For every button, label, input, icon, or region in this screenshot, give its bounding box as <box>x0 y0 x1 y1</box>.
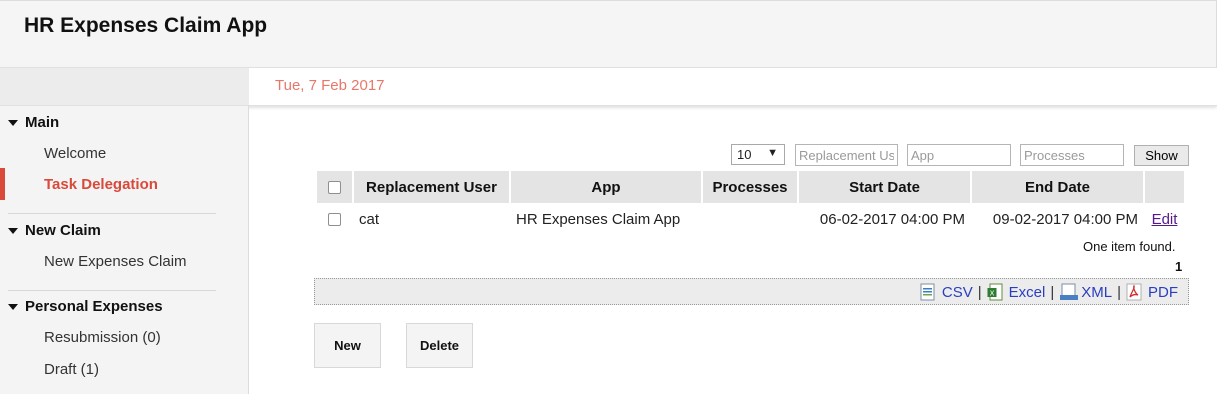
separator: | <box>1050 283 1055 301</box>
app-header: HR Expenses Claim App <box>0 0 1217 68</box>
select-all-header <box>317 171 352 203</box>
export-xml-link[interactable]: XML <box>1059 283 1112 301</box>
active-indicator <box>0 168 5 200</box>
page-size-select[interactable]: 10 ▼ <box>731 144 785 165</box>
excel-file-icon: X <box>987 283 1003 301</box>
dropdown-arrow-icon: ▼ <box>767 147 778 159</box>
date-bar-left-panel <box>0 68 249 105</box>
xml-file-icon <box>1059 283 1079 301</box>
cell-end-date: 09-02-2017 04:00 PM <box>992 210 1138 228</box>
cell-action: Edit <box>1145 203 1184 235</box>
page-size-value: 10 <box>737 147 752 162</box>
table-header-row: Replacement User App Processes Start Dat… <box>317 171 1184 203</box>
export-xml-label: XML <box>1081 283 1113 301</box>
caret-down-icon <box>8 227 18 234</box>
caret-down-icon <box>8 119 18 126</box>
sidebar-item-task-delegation[interactable]: Task Delegation <box>44 176 158 193</box>
export-csv-link[interactable]: CSV <box>920 283 973 301</box>
column-header-app[interactable]: App <box>511 171 701 203</box>
export-bar: CSV | X Excel | XML | PDF <box>314 278 1189 305</box>
column-header-processes[interactable]: Processes <box>703 171 797 203</box>
processes-filter-input[interactable] <box>1020 144 1124 166</box>
cell-processes <box>703 203 797 235</box>
sidebar-section-new-claim[interactable]: New Claim <box>8 222 101 239</box>
export-excel-link[interactable]: X Excel <box>987 283 1046 301</box>
sidebar-section-label: New Claim <box>25 222 101 239</box>
current-date: Tue, 7 Feb 2017 <box>275 77 385 94</box>
export-links: CSV | X Excel | XML | PDF <box>920 283 1178 301</box>
sidebar-divider <box>8 290 216 291</box>
sidebar-section-main[interactable]: Main <box>8 114 59 131</box>
column-header-start-date[interactable]: Start Date <box>799 171 970 203</box>
column-header-end-date[interactable]: End Date <box>972 171 1143 203</box>
row-checkbox[interactable] <box>328 213 341 227</box>
cell-start-date: 06-02-2017 04:00 PM <box>819 210 965 228</box>
delete-button[interactable]: Delete <box>406 323 473 368</box>
date-bar: Tue, 7 Feb 2017 <box>0 68 1217 106</box>
show-button[interactable]: Show <box>1134 145 1189 166</box>
select-all-checkbox[interactable] <box>328 181 341 195</box>
replacement-user-filter-input[interactable] <box>795 144 898 166</box>
export-csv-label: CSV <box>941 283 973 301</box>
sidebar-divider <box>8 213 216 214</box>
sidebar-section-label: Personal Expenses <box>25 298 163 315</box>
separator: | <box>1117 283 1121 301</box>
sidebar: Main Welcome Task Delegation New Claim N… <box>0 106 249 394</box>
delegation-table: Replacement User App Processes Start Dat… <box>315 171 1186 235</box>
edit-link[interactable]: Edit <box>1152 211 1178 228</box>
svg-text:X: X <box>989 290 994 298</box>
csv-file-icon <box>920 283 936 301</box>
app-title: HR Expenses Claim App <box>24 14 268 37</box>
new-button[interactable]: New <box>314 323 381 368</box>
cell-app: HR Expenses Claim App <box>516 210 681 228</box>
separator: | <box>977 283 982 301</box>
pdf-file-icon <box>1126 283 1142 301</box>
export-pdf-label: PDF <box>1148 283 1178 301</box>
pagination-current-page[interactable]: 1 <box>1175 259 1182 274</box>
sidebar-item-resubmission[interactable]: Resubmission (0) <box>44 329 161 346</box>
sidebar-section-label: Main <box>25 114 60 131</box>
column-header-replacement-user[interactable]: Replacement User <box>354 171 509 203</box>
sidebar-item-new-expenses-claim[interactable]: New Expenses Claim <box>44 253 187 270</box>
sidebar-item-draft[interactable]: Draft (1) <box>44 361 99 378</box>
column-header-action <box>1145 171 1184 203</box>
sidebar-section-personal-expenses[interactable]: Personal Expenses <box>8 298 163 315</box>
row-select-cell <box>317 203 352 235</box>
caret-down-icon <box>8 303 18 310</box>
export-excel-label: Excel <box>1008 283 1046 301</box>
app-filter-input[interactable] <box>907 144 1011 166</box>
export-pdf-link[interactable]: PDF <box>1126 283 1178 301</box>
result-count: One item found. <box>1083 239 1176 254</box>
cell-replacement-user: cat <box>359 210 380 228</box>
sidebar-item-welcome[interactable]: Welcome <box>44 145 106 162</box>
table-row: cat HR Expenses Claim App 06-02-2017 04:… <box>317 203 1184 235</box>
